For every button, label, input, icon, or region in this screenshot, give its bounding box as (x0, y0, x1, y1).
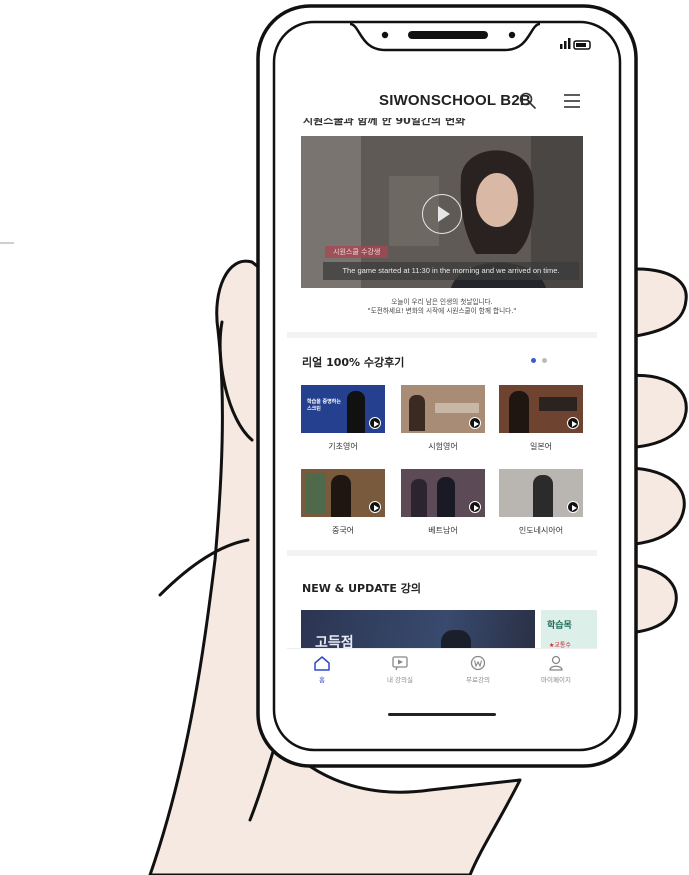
person-figure (411, 479, 427, 517)
thumb-plant (305, 473, 325, 513)
play-icon[interactable] (369, 501, 381, 513)
thumb-caption: 학습을 증명하는 스크린 (307, 399, 341, 412)
reviews-section-title: 리얼 100% 수강후기 (302, 356, 405, 369)
review-card[interactable]: 중국어 (301, 469, 385, 536)
review-card[interactable]: 시험영어 (401, 385, 485, 452)
speaker-slot (408, 31, 488, 39)
bottom-navigation: 홈 내 강의실 무료강의 마이페이지 (287, 648, 597, 700)
home-indicator (388, 713, 496, 716)
thumb-banner (435, 403, 479, 413)
sensor-dot (508, 31, 516, 39)
review-card-label: 시험영어 (428, 442, 458, 451)
carousel-pagination[interactable] (531, 358, 547, 363)
new-lecture-card[interactable]: 학습목 ★교통수 (541, 610, 597, 653)
nav-label: 홈 (319, 676, 325, 684)
person-figure (437, 477, 455, 517)
thumb-banner (539, 397, 577, 411)
search-button[interactable] (517, 90, 539, 112)
play-icon[interactable] (567, 501, 579, 513)
play-icon[interactable] (469, 501, 481, 513)
review-card-label: 베트남어 (428, 526, 458, 535)
nav-label: 마이페이지 (541, 676, 571, 684)
pagination-dot-active[interactable] (531, 358, 536, 363)
play-icon[interactable] (469, 417, 481, 429)
hero-caption: 오늘이 우리 남은 인생의 첫날입니다. "도전하세요! 변화의 시작에 시원스… (287, 298, 597, 316)
review-card[interactable]: 인도네시아어 (499, 469, 583, 536)
nav-mypage[interactable]: 마이페이지 (521, 655, 591, 684)
review-card[interactable]: 일본어 (499, 385, 583, 452)
new-lecture-card[interactable]: 고득점 (301, 610, 535, 653)
caption-line-2: "도전하세요! 변화의 시작에 시원스쿨이 함께 합니다." (367, 307, 517, 315)
review-card-label: 기초영어 (328, 442, 358, 451)
search-icon (519, 92, 536, 109)
nav-home[interactable]: 홈 (287, 655, 357, 684)
review-thumbnail (301, 469, 385, 517)
person-figure (347, 391, 365, 433)
new-lecture-title: 학습목 (547, 621, 572, 631)
review-card[interactable]: 학습을 증명하는 스크린 기초영어 (301, 385, 385, 452)
review-thumbnail (499, 385, 583, 433)
review-thumbnail (401, 385, 485, 433)
student-badge: 시원스쿨 수강생 (325, 246, 389, 258)
person-figure (331, 475, 351, 517)
my-classroom-icon (392, 656, 408, 671)
section-divider (287, 550, 597, 556)
new-update-section-title: NEW & UPDATE 강의 (302, 582, 421, 595)
play-icon[interactable] (369, 417, 381, 429)
free-lecture-icon (470, 655, 486, 671)
hamburger-menu-icon (564, 94, 580, 108)
play-icon[interactable] (567, 417, 579, 429)
main-content[interactable]: 시원스쿨과 함께 한 90일간의 변화 시원스쿨 수강생 The game st… (287, 118, 597, 653)
review-thumbnail (499, 469, 583, 517)
review-card[interactable]: 베트남어 (401, 469, 485, 536)
section-divider (287, 332, 597, 338)
nav-label: 무료강의 (466, 676, 490, 684)
app-title: SIWONSCHOOL B2B (379, 92, 531, 109)
hero-video-player[interactable]: 시원스쿨 수강생 The game started at 11:30 in th… (301, 136, 583, 288)
person-figure (509, 391, 529, 433)
nav-free-lecture[interactable]: 무료강의 (443, 655, 513, 684)
nav-label: 내 강의실 (387, 676, 413, 684)
person-figure (409, 395, 425, 431)
app-header: SIWONSCHOOL B2B (287, 82, 597, 122)
phone-screen: SIWONSCHOOL B2B 시원스쿨과 함께 한 90일간의 변화 시원스쿨… (287, 70, 597, 730)
review-thumbnail: 학습을 증명하는 스크린 (301, 385, 385, 433)
hero-section-title: 시원스쿨과 함께 한 90일간의 변화 (303, 118, 466, 127)
caption-line-1: 오늘이 우리 남은 인생의 첫날입니다. (391, 298, 493, 306)
review-card-label: 일본어 (529, 442, 553, 451)
mypage-icon (549, 655, 563, 671)
menu-button[interactable] (561, 90, 583, 112)
play-icon[interactable] (422, 194, 462, 234)
review-thumbnail (401, 469, 485, 517)
pagination-dot[interactable] (542, 358, 547, 363)
home-icon (314, 656, 330, 671)
video-subtitle: The game started at 11:30 in the morning… (323, 262, 579, 280)
review-card-label: 중국어 (331, 526, 355, 535)
camera-dot (381, 31, 389, 39)
nav-my-classroom[interactable]: 내 강의실 (365, 655, 435, 684)
person-figure (533, 475, 553, 517)
review-card-label: 인도네시아어 (518, 526, 564, 535)
